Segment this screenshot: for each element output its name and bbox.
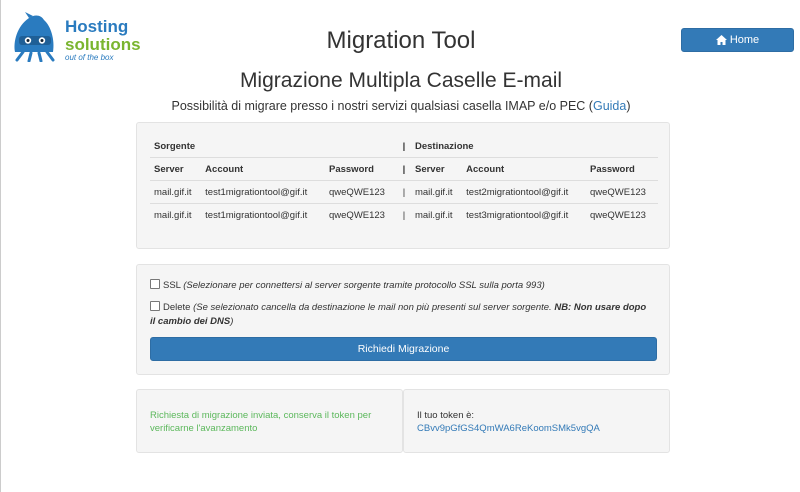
table-cell: mail.gif.it	[150, 203, 202, 226]
column-separator: |	[396, 180, 411, 204]
logo-tagline: out of the box	[65, 53, 114, 62]
description: Possibilità di migrare presso i nostri s…	[1, 99, 800, 113]
request-migration-button[interactable]: Richiedi Migrazione	[150, 337, 657, 361]
table-cell: test3migrationtool@gif.it	[462, 203, 586, 226]
group-source: Sorgente	[154, 140, 196, 152]
group-destination: Destinazione	[414, 140, 474, 152]
section-subtitle: Migrazione Multipla Caselle E-mail	[239, 69, 563, 92]
column-header: Server	[150, 157, 202, 181]
description-text: Possibilità di migrare presso i nostri s…	[171, 99, 593, 113]
token-label: Il tuo token è:	[417, 410, 475, 421]
column-header: Password	[325, 157, 397, 181]
ssl-option: SSL (Selezionare per connettersi al serv…	[150, 279, 545, 293]
home-button-label: Home	[729, 34, 760, 46]
delete-hint: (Se selezionato cancella da destinazione…	[193, 302, 555, 313]
column-header: Password	[585, 157, 658, 181]
table-cell: mail.gif.it	[410, 180, 463, 204]
status-message: Richiesta di migrazione inviata, conserv…	[150, 410, 372, 434]
table-cell: test1migrationtool@gif.it	[201, 180, 325, 204]
ssl-checkbox[interactable]	[150, 279, 160, 289]
table-cell: test2migrationtool@gif.it	[462, 180, 586, 204]
table-cell: qweQWE123	[325, 203, 397, 226]
token-panel: Il tuo token è: CBvv9pGfGS4QmWA6ReKoomSM…	[403, 389, 670, 453]
table-cell: qweQWE123	[325, 180, 397, 204]
ssl-hint: (Selezionare per connettersi al server s…	[183, 280, 545, 291]
table-cell: qweQWE123	[585, 180, 658, 204]
mailbox-table-panel: Sorgente | Destinazione Server Account P…	[136, 122, 670, 249]
delete-hint-close: )	[230, 316, 234, 327]
column-header: Account	[462, 157, 586, 181]
description-close: )	[626, 99, 631, 113]
token-value[interactable]: CBvv9pGfGS4QmWA6ReKoomSMk5vgQA	[417, 422, 600, 435]
delete-checkbox[interactable]	[150, 301, 160, 311]
mailbox-table: Sorgente | Destinazione Server Account P…	[150, 135, 658, 226]
column-separator: |	[402, 140, 406, 152]
ssl-label[interactable]: SSL	[163, 280, 181, 291]
table-cell: mail.gif.it	[150, 180, 202, 204]
column-separator: |	[396, 203, 411, 226]
table-cell: test1migrationtool@gif.it	[201, 203, 325, 226]
table-row: mail.gif.it test1migrationtool@gif.it qw…	[150, 180, 658, 204]
table-cell: mail.gif.it	[410, 203, 463, 226]
table-cell: qweQWE123	[585, 203, 658, 226]
options-panel: SSL (Selezionare per connettersi al serv…	[136, 264, 670, 375]
table-group-header: Sorgente | Destinazione	[150, 135, 658, 158]
home-icon	[715, 35, 727, 45]
status-panel: Richiesta di migrazione inviata, conserv…	[136, 389, 403, 453]
guide-link[interactable]: Guida	[593, 99, 626, 113]
column-separator: |	[396, 157, 411, 181]
column-header: Account	[201, 157, 325, 181]
table-row: mail.gif.it test1migrationtool@gif.it qw…	[150, 203, 658, 226]
column-header: Server	[410, 157, 463, 181]
delete-label[interactable]: Delete	[163, 302, 190, 313]
table-header: Server Account Password | Server Account…	[150, 157, 658, 181]
home-button[interactable]: Home	[681, 28, 794, 52]
delete-option: Delete (Se selezionato cancella da desti…	[150, 301, 650, 329]
